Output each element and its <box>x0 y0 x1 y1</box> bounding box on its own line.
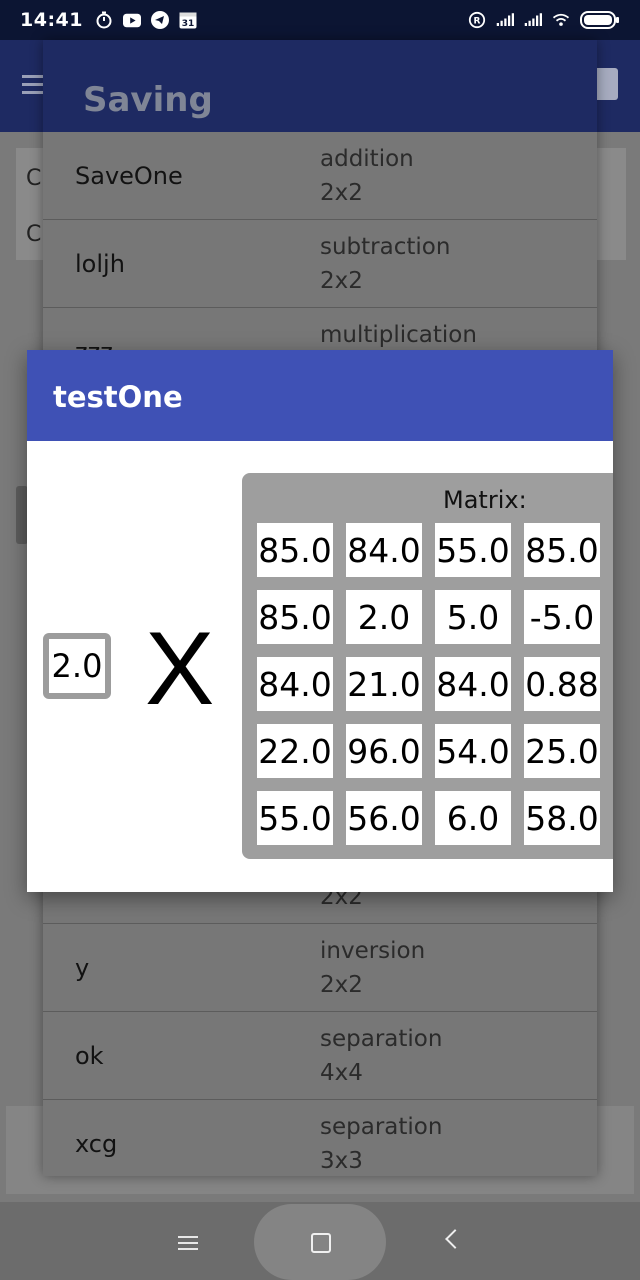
save-size: 2x2 <box>320 268 363 294</box>
dialog-header: testOne <box>27 350 613 441</box>
save-operation: inversion <box>320 938 426 964</box>
matrix-cell: 6.0 <box>435 791 511 845</box>
svg-text:R: R <box>474 17 481 27</box>
save-row[interactable]: xcg separation 3x3 <box>43 1100 597 1176</box>
matrix-cell: 96.0 <box>346 724 422 778</box>
save-row[interactable]: ok separation 4x4 <box>43 1012 597 1100</box>
save-name: xcg <box>75 1130 118 1158</box>
matrix-cell: 56.0 <box>346 791 422 845</box>
save-row[interactable]: y inversion 2x2 <box>43 924 597 1012</box>
save-operation: separation <box>320 1026 443 1052</box>
menu-icon[interactable] <box>178 1232 198 1254</box>
stopwatch-icon <box>95 11 113 29</box>
matrix-cell: 84.0 <box>257 657 333 711</box>
matrix-cell: 2.0 <box>346 590 422 644</box>
save-size: 4x4 <box>320 1060 363 1086</box>
save-size: 3x3 <box>320 1148 363 1174</box>
matrix-cell: 85.0 <box>257 523 333 577</box>
matrix-cell: 0.88 <box>524 657 600 711</box>
status-bar: 14:41 31 R <box>0 0 640 40</box>
dialog-title: testOne <box>53 380 183 414</box>
save-name: y <box>75 954 90 982</box>
status-icons-left: 31 <box>95 11 197 29</box>
calendar-icon: 31 <box>179 11 197 29</box>
save-row[interactable]: loljh subtraction 2x2 <box>43 220 597 308</box>
matrix-cell: 21.0 <box>346 657 422 711</box>
matrix-cell: 84.0 <box>435 657 511 711</box>
home-icon[interactable] <box>311 1233 331 1253</box>
matrix-cell: 85.0 <box>257 590 333 644</box>
save-name: loljh <box>75 250 125 278</box>
signal-icon <box>524 11 542 29</box>
multiply-operator: X <box>145 611 215 727</box>
background-card-line: C <box>26 166 42 191</box>
save-operation: separation <box>320 1114 443 1140</box>
status-time: 14:41 <box>20 9 83 31</box>
save-row[interactable]: SaveOne addition 2x2 <box>43 132 597 220</box>
registered-icon: R <box>468 11 486 29</box>
saving-dialog-title: Saving <box>83 80 213 120</box>
matrix-cell: -5.0 <box>524 590 600 644</box>
matrix-preview-dialog: testOne 2.0 X Matrix: 85.0 84.0 55.0 85.0 85… <box>27 350 613 892</box>
matrix-cell: 25.0 <box>524 724 600 778</box>
save-operation: multiplication <box>320 322 477 348</box>
save-operation: subtraction <box>320 234 451 260</box>
matrix-cell: 22.0 <box>257 724 333 778</box>
matrix-cell: 55.0 <box>435 523 511 577</box>
matrix-cell: 85.0 <box>524 523 600 577</box>
save-size: 2x2 <box>320 180 363 206</box>
status-icons-right: R <box>468 11 620 29</box>
signal-icon <box>496 11 514 29</box>
save-name: ok <box>75 1042 104 1070</box>
matrix-cell: 84.0 <box>346 523 422 577</box>
calendar-day: 31 <box>182 19 195 29</box>
navigation-bar <box>0 1202 640 1280</box>
back-icon[interactable] <box>445 1229 465 1249</box>
scalar-box: 2.0 <box>43 633 111 699</box>
battery-icon <box>580 11 620 29</box>
matrix-cell: 5.0 <box>435 590 511 644</box>
youtube-icon <box>122 11 141 29</box>
matrix-cell: 54.0 <box>435 724 511 778</box>
scalar-value: 2.0 <box>49 639 105 693</box>
save-operation: addition <box>320 146 414 172</box>
save-size: 2x2 <box>320 972 363 998</box>
background-card-line: C <box>26 222 42 247</box>
matrix-cell: 55.0 <box>257 791 333 845</box>
telegram-icon <box>150 11 169 29</box>
save-name: SaveOne <box>75 162 183 190</box>
wifi-icon <box>552 11 570 29</box>
matrix-cell: 58.0 <box>524 791 600 845</box>
matrix-panel: Matrix: 85.0 84.0 55.0 85.0 85.0 2.0 5.0 -5.0 84… <box>242 473 613 859</box>
matrix-label: Matrix: <box>443 486 527 514</box>
saving-dialog-header: Saving <box>43 40 597 132</box>
